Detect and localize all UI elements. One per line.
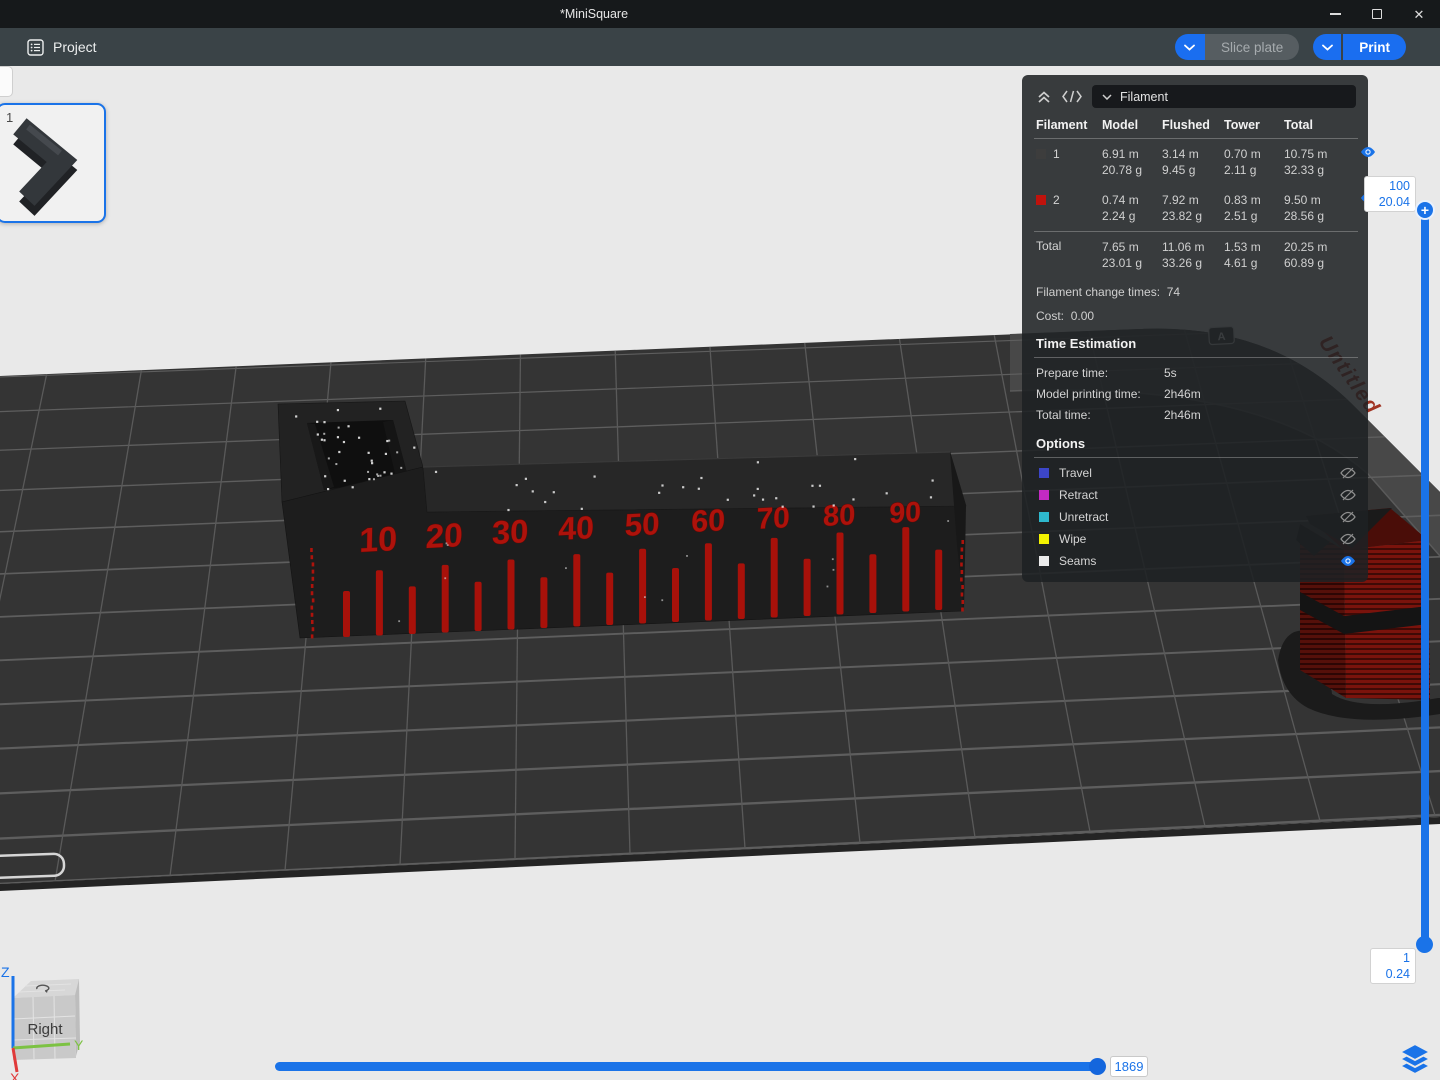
svg-text:90: 90 (889, 496, 921, 530)
filament-1-visibility-toggle[interactable] (1360, 146, 1378, 158)
menu-bar: Project Slice plate Print (0, 28, 1440, 66)
minimize-button[interactable] (1314, 0, 1356, 28)
move-slider-value: 1869 (1110, 1056, 1148, 1077)
plate-thumbnail-model (0, 105, 104, 221)
view-mode-value: Filament (1120, 90, 1168, 104)
project-menu-label: Project (53, 39, 97, 55)
model-printing-time-row: Model printing time: 2h46m (1022, 384, 1368, 405)
travel-visibility-toggle[interactable] (1340, 467, 1356, 479)
axis-z-label: Z (1, 964, 10, 980)
move-slider-handle[interactable] (1089, 1058, 1106, 1075)
prepare-time-row: Prepare time: 5s (1022, 358, 1368, 384)
close-icon: ✕ (1414, 8, 1425, 21)
filament-total-row: Total 7.65 m23.01 g 11.06 m33.26 g 1.53 … (1022, 232, 1368, 278)
layer-slider-bottom-label: 10.24 (1370, 948, 1416, 984)
minimize-icon (1330, 13, 1341, 15)
svg-text:30: 30 (492, 512, 529, 551)
svg-text:50: 50 (625, 506, 660, 543)
plate-thumbnail-index: 1 (6, 110, 13, 125)
project-menu-item[interactable]: Project (27, 39, 97, 56)
project-icon (27, 39, 44, 56)
axis-y-label: Y (74, 1037, 84, 1053)
layer-slider-track[interactable] (1421, 210, 1429, 944)
svg-text:80: 80 (823, 499, 856, 533)
axis-x-label: X (10, 1070, 20, 1080)
svg-text:60: 60 (691, 503, 725, 539)
slice-dropdown-arrow[interactable] (1175, 34, 1205, 60)
total-time-row: Total time: 2h46m (1022, 405, 1368, 426)
seams-swatch (1039, 556, 1049, 566)
retract-swatch (1039, 490, 1049, 500)
maximize-button[interactable] (1356, 0, 1398, 28)
gcode-view-icon[interactable] (1062, 90, 1082, 103)
filament-row-2: 2 0.74 m2.24 g 7.92 m23.82 g 0.83 m2.51 … (1022, 185, 1368, 231)
travel-swatch (1039, 468, 1049, 478)
slice-plate-button[interactable]: Slice plate (1175, 34, 1299, 60)
collapse-panel-icon[interactable] (1036, 90, 1052, 104)
seams-visibility-toggle[interactable] (1340, 555, 1356, 567)
app-window: A Untitled 10 20 30 40 50 (0, 0, 1440, 1080)
close-button[interactable]: ✕ (1398, 0, 1440, 28)
filament-change-times: Filament change times: 74 (1022, 278, 1368, 302)
layer-slider-top-label: 10020.04 (1364, 176, 1416, 212)
option-seams: Seams (1022, 550, 1368, 572)
option-unretract: Unretract (1022, 506, 1368, 528)
unretract-swatch (1039, 512, 1049, 522)
filament-1-swatch (1036, 149, 1046, 159)
filament-table-header: FilamentModel FlushedTower Total (1022, 116, 1368, 138)
window-title: *MiniSquare (560, 7, 628, 21)
cost: Cost: 0.00 (1022, 302, 1368, 326)
option-wipe: Wipe (1022, 528, 1368, 550)
slice-plate-label: Slice plate (1205, 34, 1299, 60)
retract-visibility-toggle[interactable] (1340, 489, 1356, 501)
filament-row-1: 1 6.91 m20.78 g 3.14 m9.45 g 0.70 m2.11 … (1022, 139, 1368, 185)
print-label: Print (1343, 34, 1406, 60)
title-bar: *MiniSquare ✕ (0, 0, 1440, 28)
options-title: Options (1022, 426, 1368, 457)
sidebar-collapse-tab[interactable] (0, 66, 13, 97)
chevron-down-icon (1102, 94, 1112, 100)
svg-text:10: 10 (359, 520, 397, 560)
maximize-icon (1372, 9, 1382, 19)
nav-cube-face-label[interactable]: Right (27, 1021, 63, 1038)
move-slider-track[interactable] (275, 1062, 1105, 1071)
print-button[interactable]: Print (1313, 34, 1406, 60)
view-mode-select[interactable]: Filament (1092, 85, 1356, 108)
filament-2-swatch (1036, 195, 1046, 205)
wipe-swatch (1039, 534, 1049, 544)
svg-text:40: 40 (558, 509, 594, 547)
plate-thumbnail[interactable]: 1 (0, 103, 106, 223)
option-retract: Retract (1022, 484, 1368, 506)
time-estimation-title: Time Estimation (1022, 326, 1368, 357)
layers-icon[interactable] (1396, 1042, 1434, 1080)
filament-panel: Filament FilamentModel FlushedTower Tota… (1022, 75, 1368, 582)
wipe-visibility-toggle[interactable] (1340, 533, 1356, 545)
svg-text:70: 70 (756, 501, 790, 536)
svg-text:20: 20 (425, 517, 463, 556)
print-dropdown-arrow[interactable] (1313, 34, 1343, 60)
unretract-visibility-toggle[interactable] (1340, 511, 1356, 523)
layer-slider-bottom-handle[interactable] (1416, 936, 1433, 953)
option-travel: Travel (1022, 462, 1368, 484)
layer-slider-top-handle[interactable]: + (1415, 200, 1435, 220)
